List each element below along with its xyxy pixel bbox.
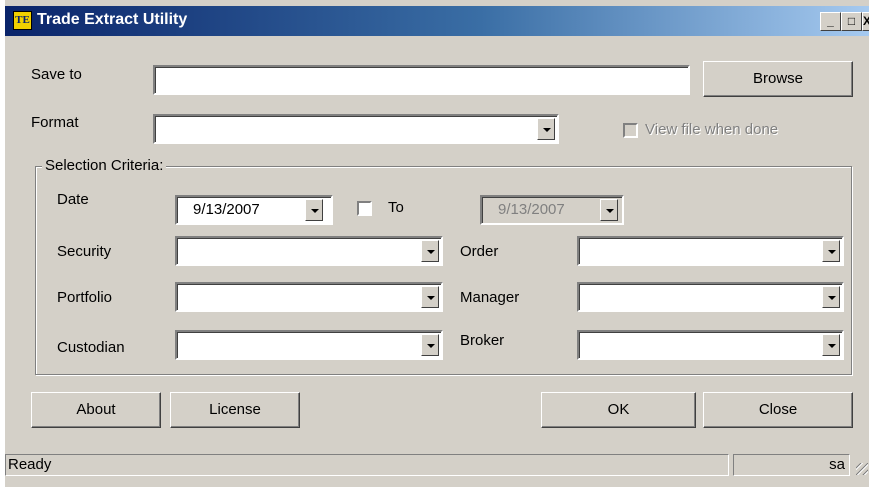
- date-from-dropdown-arrow-icon[interactable]: [305, 199, 323, 221]
- title-bar[interactable]: TE Trade Extract Utility _ □ X: [5, 6, 869, 36]
- window-title: Trade Extract Utility: [37, 11, 188, 28]
- order-dropdown-arrow-icon[interactable]: [822, 240, 840, 262]
- manager-label: Manager: [460, 289, 520, 306]
- security-dropdown-arrow-icon[interactable]: [421, 240, 439, 262]
- selection-criteria-legend: Selection Criteria:: [42, 157, 167, 174]
- format-select[interactable]: [153, 114, 559, 144]
- to-checkbox[interactable]: [357, 201, 372, 216]
- date-label: Date: [57, 191, 89, 208]
- broker-dropdown-arrow-icon[interactable]: [822, 334, 840, 356]
- order-label: Order: [460, 243, 499, 260]
- status-text: Ready: [5, 454, 729, 476]
- trade-extract-window: TE Trade Extract Utility _ □ X Save to B…: [4, 0, 869, 487]
- security-select[interactable]: [175, 236, 443, 266]
- date-from-picker[interactable]: 9/13/2007: [175, 195, 333, 225]
- broker-select[interactable]: [577, 330, 844, 360]
- order-select[interactable]: [577, 236, 844, 266]
- about-button[interactable]: About: [31, 392, 161, 428]
- portfolio-dropdown-arrow-icon[interactable]: [421, 286, 439, 308]
- portfolio-select[interactable]: [175, 282, 443, 312]
- date-to-value: 9/13/2007: [498, 201, 565, 218]
- save-to-input[interactable]: [153, 65, 690, 95]
- custodian-dropdown-arrow-icon[interactable]: [421, 334, 439, 356]
- custodian-label: Custodian: [57, 339, 125, 356]
- status-bar: Ready sa: [5, 452, 869, 479]
- date-to-dropdown-arrow-icon[interactable]: [600, 199, 618, 221]
- date-from-value: 9/13/2007: [193, 201, 260, 218]
- minimize-button[interactable]: _: [820, 12, 841, 31]
- save-to-label: Save to: [31, 66, 82, 83]
- broker-label: Broker: [460, 332, 505, 349]
- custodian-select[interactable]: [175, 330, 443, 360]
- portfolio-label: Portfolio: [57, 289, 113, 306]
- view-file-label: View file when done: [645, 121, 779, 138]
- view-file-checkbox[interactable]: [623, 123, 638, 138]
- format-dropdown-arrow-icon[interactable]: [537, 118, 555, 140]
- close-window-button[interactable]: X: [862, 12, 869, 31]
- date-to-picker[interactable]: 9/13/2007: [480, 195, 624, 225]
- resize-grip-icon[interactable]: [856, 463, 868, 475]
- close-button[interactable]: Close: [703, 392, 853, 428]
- app-icon[interactable]: TE: [13, 11, 32, 30]
- status-user: sa: [733, 454, 850, 476]
- format-label: Format: [31, 114, 79, 131]
- manager-dropdown-arrow-icon[interactable]: [822, 286, 840, 308]
- license-button[interactable]: License: [170, 392, 300, 428]
- security-label: Security: [57, 243, 112, 260]
- ok-button[interactable]: OK: [541, 392, 696, 428]
- maximize-button[interactable]: □: [841, 12, 862, 31]
- browse-button[interactable]: Browse: [703, 61, 853, 97]
- to-label: To: [388, 199, 404, 216]
- manager-select[interactable]: [577, 282, 844, 312]
